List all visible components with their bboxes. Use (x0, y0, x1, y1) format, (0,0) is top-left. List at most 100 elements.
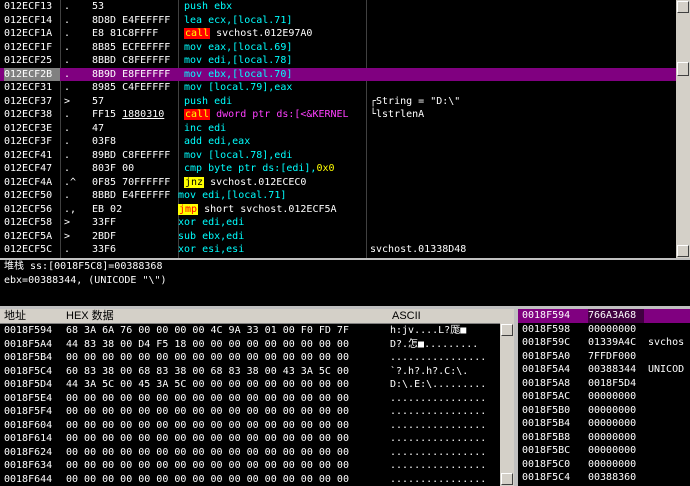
dump-address[interactable]: 0018F5F4 (4, 405, 60, 419)
dump-header-address[interactable]: 地址 (4, 309, 26, 323)
disassembly-pane[interactable]: 012ECF13. 53 push ebx 012ECF14. 8D8D E4FEFFF… (0, 0, 676, 258)
dump-address[interactable]: 0018F624 (4, 446, 60, 460)
disassembly-scrollbar[interactable] (676, 0, 690, 258)
stack-address[interactable]: 0018F5A0 (522, 350, 578, 364)
disasm-instruction[interactable]: call dword ptr ds:[<&KERNEL (184, 108, 366, 122)
disasm-row[interactable]: 012ECF31. 8985 C4FEFFFF mov [local.79],eax (0, 81, 676, 95)
disasm-address[interactable]: 012ECF13 (4, 0, 60, 14)
stack-row[interactable]: 0018F5B8 00000000 (518, 431, 690, 445)
stack-row[interactable]: 0018F598 00000000 (518, 323, 690, 337)
stack-address[interactable]: 0018F5B8 (522, 431, 578, 445)
stack-address[interactable]: 0018F5B0 (522, 404, 578, 418)
stack-address[interactable]: 0018F5A8 (522, 377, 578, 391)
disasm-instruction[interactable]: add edi,eax (184, 135, 366, 149)
dump-row[interactable]: 0018F634 00 00 00 00 00 00 00 00 00 00 00… (0, 459, 514, 473)
stack-row[interactable]: 0018F5A8 0018F5D4 (518, 377, 690, 391)
disasm-row[interactable]: 012ECF1A. E8 81C8FFFF call svchost.012E97A… (0, 27, 676, 41)
dump-row[interactable]: 0018F5D4 44 3A 5C 00 45 3A 5C 00 00 00 00… (0, 378, 514, 392)
dump-address[interactable]: 0018F5A4 (4, 338, 60, 352)
stack-address[interactable]: 0018F5BC (522, 444, 578, 458)
disasm-instruction[interactable]: mov eax,[local.69] (184, 41, 366, 55)
dump-row[interactable]: 0018F5E4 00 00 00 00 00 00 00 00 00 00 00… (0, 392, 514, 406)
disasm-instruction[interactable]: mov ebx,[local.70] (184, 68, 366, 82)
dump-row[interactable]: 0018F5B4 00 00 00 00 00 00 00 00 00 00 00… (0, 351, 514, 365)
disasm-row[interactable]: 012ECF38. FF15 1880310 call dword ptr ds:[… (0, 108, 676, 122)
dump-row[interactable]: 0018F624 00 00 00 00 00 00 00 00 00 00 00… (0, 446, 514, 460)
stack-address[interactable]: 0018F5C4 (522, 471, 578, 485)
disasm-instruction[interactable]: mov edi,[local.71] (178, 189, 360, 203)
disasm-instruction[interactable]: mov edi,[local.78] (184, 54, 366, 68)
disasm-instruction[interactable]: xor esi,esi (178, 243, 360, 257)
disasm-row[interactable]: 012ECF3F. 03F8 add edi,eax (0, 135, 676, 149)
dump-row[interactable]: 0018F644 00 00 00 00 00 00 00 00 00 00 00… (0, 473, 514, 486)
disasm-row[interactable]: 012ECF50. 8BBD E4FEFFFF mov edi,[local.71] (0, 189, 676, 203)
stack-address[interactable]: 0018F59C (522, 336, 578, 350)
disasm-instruction[interactable]: jmp short svchost.012ECF5A (178, 203, 360, 217)
dump-address[interactable]: 0018F634 (4, 459, 60, 473)
disasm-row[interactable]: 012ECF13. 53 push ebx (0, 0, 676, 14)
stack-row[interactable]: 0018F5A4 00388344 UNICOD (518, 363, 690, 377)
disasm-instruction[interactable]: push edi (184, 95, 366, 109)
dump-row[interactable]: 0018F614 00 00 00 00 00 00 00 00 00 00 00… (0, 432, 514, 446)
disasm-instruction[interactable]: push ebx (184, 0, 366, 14)
disasm-row[interactable]: 012ECF1F. 8B85 ECFEFFFF mov eax,[local.69] (0, 41, 676, 55)
disasm-row[interactable]: 012ECF5C. 33F6 xor esi,esi svchost.01338D48 (0, 243, 676, 257)
stack-row[interactable]: 0018F5C0 00000000 (518, 458, 690, 472)
disasm-address[interactable]: 012ECF2B (4, 67, 60, 81)
stack-row[interactable]: 0018F5A0 7FFDF000 (518, 350, 690, 364)
disasm-row[interactable]: 012ECF58 >33FF xor edi,edi (0, 216, 676, 230)
disasm-instruction[interactable]: inc edi (184, 122, 366, 136)
disasm-instruction[interactable]: jnz svchost.012ECEC0 (184, 176, 366, 190)
disasm-row[interactable]: 012ECF25. 8BBD C8FEFFFF mov edi,[local.78] (0, 54, 676, 68)
disasm-instruction[interactable]: call svchost.012E97A0 (184, 27, 366, 41)
stack-pane[interactable]: 0018F594 766A3A68 0018F598 00000000 0018F59C… (518, 309, 690, 486)
disasm-address[interactable]: 012ECF5A (4, 230, 60, 244)
disasm-address[interactable]: 012ECF37 (4, 95, 60, 109)
scroll-up-button[interactable] (501, 324, 513, 336)
dump-address[interactable]: 0018F594 (4, 324, 60, 338)
disasm-row[interactable]: 012ECF5A >2BDF sub ebx,edi (0, 230, 676, 244)
disasm-address[interactable]: 012ECF5C (4, 243, 60, 257)
disasm-address[interactable]: 012ECF47 (4, 162, 60, 176)
disasm-instruction[interactable]: lea ecx,[local.71] (184, 14, 366, 28)
scroll-down-button[interactable] (501, 473, 513, 485)
disasm-address[interactable]: 012ECF38 (4, 108, 60, 122)
dump-row[interactable]: 0018F594 68 3A 6A 76 00 00 00 00 4C 9A 33… (0, 324, 514, 338)
disasm-row[interactable]: 012ECF47. 803F 00 cmp byte ptr ds:[edi],0x… (0, 162, 676, 176)
stack-address[interactable]: 0018F5AC (522, 390, 578, 404)
dump-address[interactable]: 0018F5C4 (4, 365, 60, 379)
disasm-instruction[interactable]: mov [local.79],eax (184, 81, 366, 95)
dump-row[interactable]: 0018F604 00 00 00 00 00 00 00 00 00 00 00… (0, 419, 514, 433)
scroll-down-button[interactable] (677, 245, 689, 257)
stack-row[interactable]: 0018F5B0 00000000 (518, 404, 690, 418)
disasm-instruction[interactable]: cmp byte ptr ds:[edi],0x0 (184, 162, 366, 176)
disasm-address[interactable]: 012ECF4A (4, 176, 60, 190)
disasm-instruction[interactable]: sub ebx,edi (178, 230, 360, 244)
disasm-address[interactable]: 012ECF56 (4, 203, 60, 217)
disasm-address[interactable]: 012ECF58 (4, 216, 60, 230)
dump-address[interactable]: 0018F644 (4, 473, 60, 486)
disasm-instruction[interactable]: xor edi,edi (178, 216, 360, 230)
disasm-row[interactable]: 012ECF56., EB 02 jmp short svchost.012ECF5… (0, 203, 676, 217)
stack-row[interactable]: 0018F5C4 00388360 (518, 471, 690, 485)
stack-row[interactable]: 0018F5B4 00000000 (518, 417, 690, 431)
disasm-address[interactable]: 012ECF31 (4, 81, 60, 95)
disasm-address[interactable]: 012ECF1A (4, 27, 60, 41)
disasm-row[interactable]: 012ECF4A .^ 0F85 70FFFFFF jnz svchost.012EC… (0, 176, 676, 190)
dump-header-ascii[interactable]: ASCII (392, 309, 421, 323)
disasm-row[interactable]: 012ECF41. 89BD C8FEFFFF mov [local.78],edi (0, 149, 676, 163)
stack-address[interactable]: 0018F5A4 (522, 363, 578, 377)
disasm-address[interactable]: 012ECF3E (4, 122, 60, 136)
dump-address[interactable]: 0018F604 (4, 419, 60, 433)
hex-dump-pane[interactable]: 地址 HEX 数据 ASCII 0018F594 68 3A 6A 76 00 0… (0, 309, 514, 486)
scroll-up-button[interactable] (677, 1, 689, 13)
stack-address[interactable]: 0018F594 (522, 309, 578, 323)
disasm-row[interactable]: 012ECF14. 8D8D E4FEFFFF lea ecx,[local.71] (0, 14, 676, 28)
scroll-thumb[interactable] (677, 62, 689, 76)
disasm-address[interactable]: 012ECF14 (4, 14, 60, 28)
dump-address[interactable]: 0018F5E4 (4, 392, 60, 406)
disasm-row[interactable]: 012ECF37 >57 push edi ┌String = "D:\" (0, 95, 676, 109)
dump-address[interactable]: 0018F614 (4, 432, 60, 446)
dump-address[interactable]: 0018F5D4 (4, 378, 60, 392)
disasm-address[interactable]: 012ECF25 (4, 54, 60, 68)
